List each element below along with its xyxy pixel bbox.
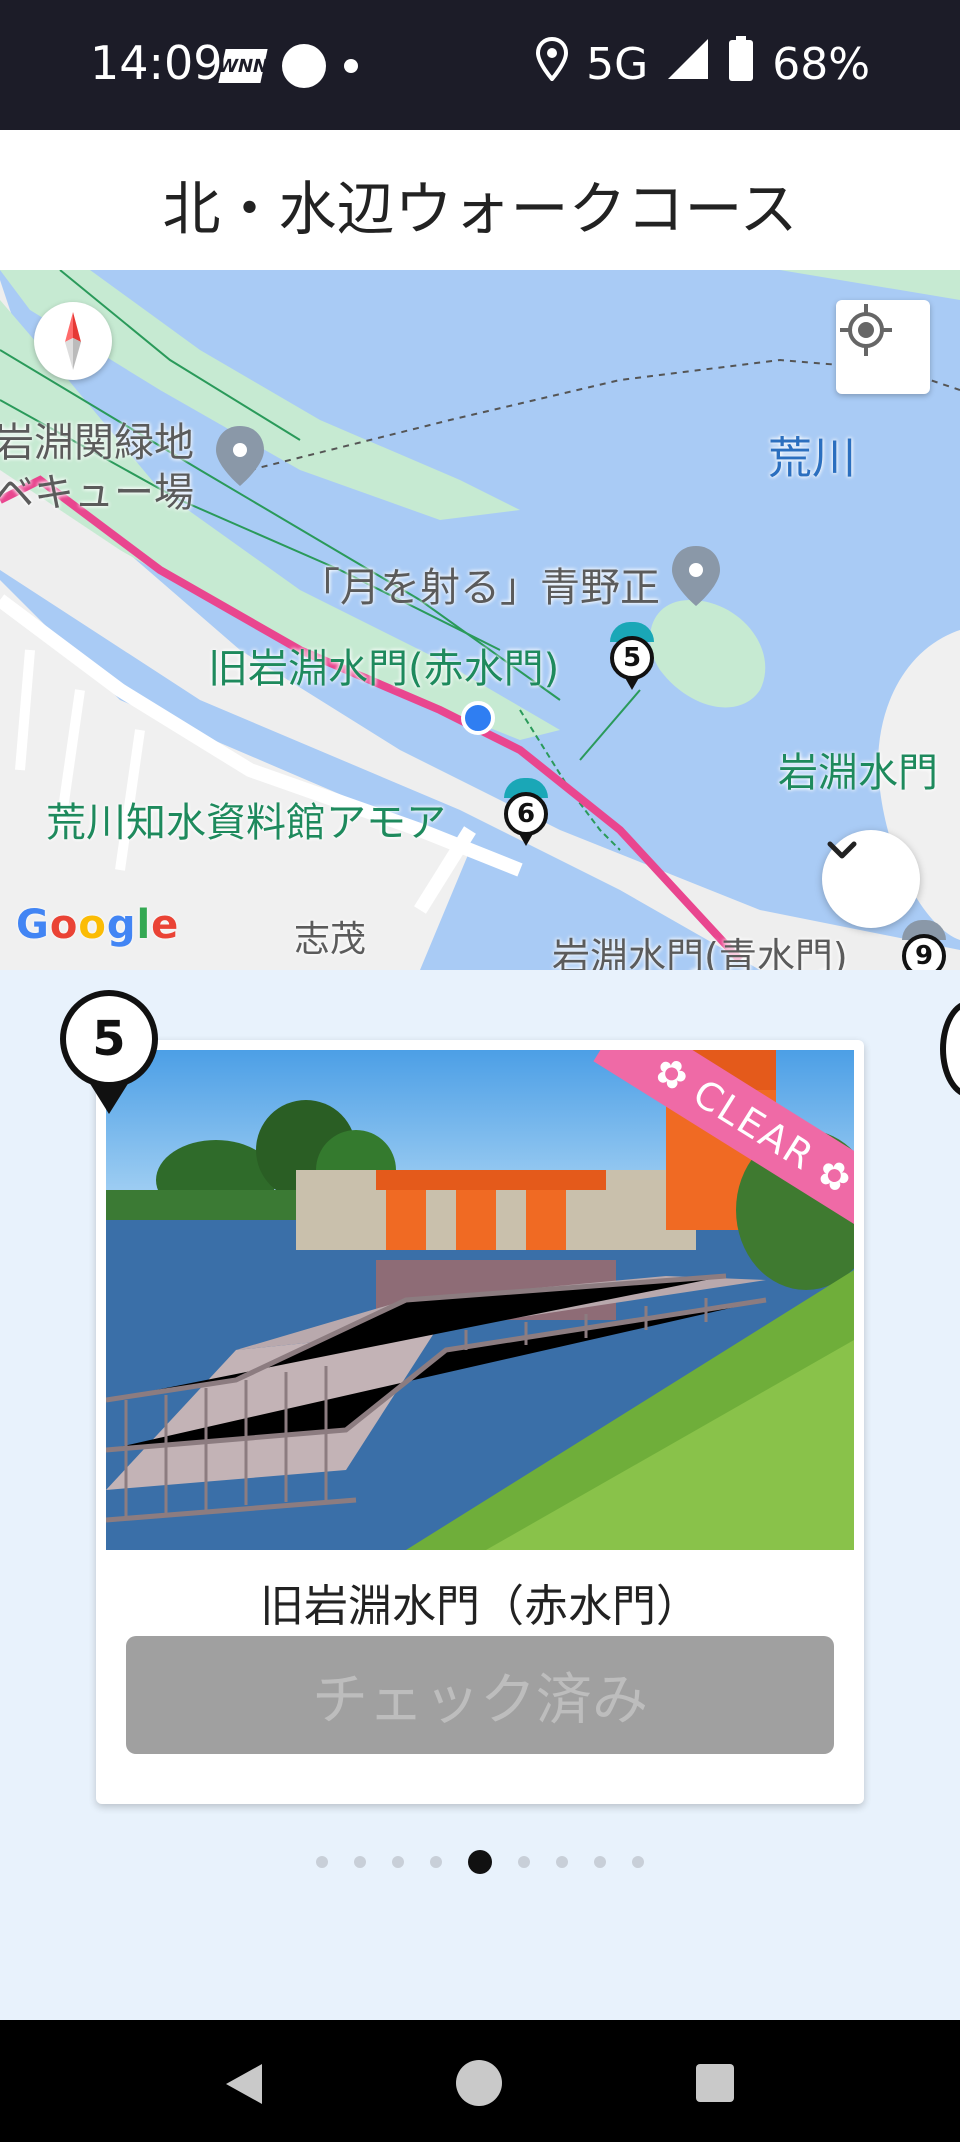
home-icon[interactable] — [456, 2060, 502, 2106]
app-header: 北・水辺ウォークコース — [0, 130, 960, 270]
pager-dot[interactable] — [392, 1856, 404, 1868]
pager-dot[interactable] — [518, 1856, 530, 1868]
compass-button[interactable] — [34, 302, 112, 380]
crosshair-icon — [840, 304, 892, 356]
map-canvas — [0, 270, 960, 970]
pager-dot[interactable] — [594, 1856, 606, 1868]
chevron-down-icon — [827, 841, 857, 859]
spot-photo: ✿ CLEAR ✿ — [106, 1050, 854, 1550]
flower-icon: ✿ — [809, 1148, 854, 1204]
spot-card[interactable]: ✿ CLEAR ✿ 旧岩淵水門（赤水門） チェック済み — [96, 1040, 864, 1804]
map-label-park-line2: ベキュー場 — [0, 470, 194, 516]
pager-dot[interactable] — [316, 1856, 328, 1868]
map-marker-6[interactable]: 6 — [504, 792, 548, 846]
map-label-river: 荒川 — [768, 433, 856, 484]
spot-carousel[interactable]: ✿ CLEAR ✿ 旧岩淵水門（赤水門） チェック済み 5 — [0, 970, 960, 2020]
pager-dot[interactable] — [354, 1856, 366, 1868]
compass-icon — [65, 312, 81, 370]
map-marker-9[interactable]: 9 — [902, 934, 946, 970]
flower-icon: ✿ — [646, 1050, 699, 1102]
location-icon — [536, 36, 569, 92]
status-right-icons: 5G 68% — [536, 36, 870, 93]
map-label-spot9: 岩淵水門(青水門) — [552, 935, 848, 970]
map-view[interactable]: 岩淵関緑地 ベキュー場 荒川 「月を射る」青野正 旧岩淵水門(赤水門) 岩淵水門… — [0, 270, 960, 970]
next-card-peek[interactable] — [940, 1000, 960, 1098]
status-left-icons: WNN — [216, 44, 358, 88]
dot-icon — [344, 59, 358, 73]
google-logo: Google — [16, 902, 180, 948]
spot-name: 旧岩淵水門（赤水門） — [260, 1581, 700, 1632]
map-label-monument: 「月を射る」青野正 — [300, 565, 660, 611]
system-nav-bar — [0, 2020, 960, 2142]
collapse-map-button[interactable] — [822, 830, 920, 928]
map-label-museum: 荒川知水資料館アモア — [46, 800, 446, 846]
map-marker-5[interactable]: 5 — [610, 636, 654, 690]
pager-dot[interactable] — [468, 1850, 492, 1874]
pager-dot[interactable] — [430, 1856, 442, 1868]
checked-in-button[interactable]: チェック済み — [126, 1636, 834, 1754]
status-time: 14:09 — [90, 36, 223, 90]
page-title: 北・水辺ウォークコース — [162, 175, 798, 243]
signal-icon — [666, 37, 710, 92]
status-bar: 14:09 WNN 5G 68% — [0, 0, 960, 130]
recents-icon[interactable] — [696, 2064, 734, 2102]
carousel-pager — [0, 1850, 960, 1874]
my-location-button[interactable] — [836, 300, 930, 394]
pager-dot[interactable] — [556, 1856, 568, 1868]
network-label: 5G — [586, 39, 649, 90]
battery-percent: 68% — [772, 39, 870, 90]
back-icon[interactable] — [226, 2064, 262, 2104]
wnn-icon: WNN — [216, 49, 270, 83]
map-label-spot5: 旧岩淵水門(赤水門) — [208, 646, 560, 692]
card-spot-number: 5 — [60, 990, 158, 1114]
map-label-gate: 岩淵水門 — [778, 750, 938, 796]
map-label-street: 志茂 — [294, 919, 367, 960]
battery-icon — [728, 36, 754, 93]
pager-dot[interactable] — [632, 1856, 644, 1868]
app-face-icon — [282, 44, 326, 88]
